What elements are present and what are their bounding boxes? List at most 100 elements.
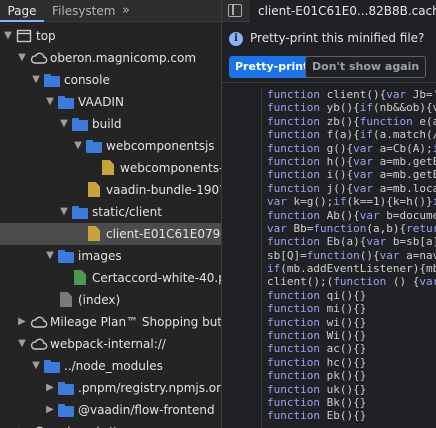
code-line: var k=g();if(k==1){k=h()}if — [267, 195, 436, 209]
folder-icon — [58, 94, 74, 110]
expanded-arrow-icon[interactable]: ▼ — [72, 135, 84, 157]
tree-item-label: ../node_modules — [64, 359, 163, 373]
collapsed-arrow-icon[interactable]: ▶ — [44, 377, 56, 399]
code-line: function Wi(){} — [267, 329, 367, 343]
script-file-icon — [100, 160, 116, 176]
folder-icon — [58, 402, 74, 418]
code-line: function j(){var a=mb.locat — [267, 181, 436, 195]
tree-item[interactable]: ▼ webpack-internal:// — [0, 333, 221, 355]
dont-show-again-button[interactable]: Don't show again — [305, 56, 427, 78]
expanded-arrow-icon[interactable]: ▼ — [16, 47, 28, 69]
tree-item[interactable]: ▼ ../node_modules — [0, 355, 221, 377]
code-line: function client(){var Jb=' — [267, 88, 436, 101]
tree-item[interactable]: vaadin-bundle-190725ff — [0, 179, 221, 201]
folder-icon — [44, 72, 60, 88]
image-file-icon — [72, 270, 88, 286]
tree-item[interactable]: ▶ webpack:// — [0, 421, 221, 428]
collapsed-arrow-icon[interactable]: ▶ — [16, 421, 28, 428]
tree-item-label: webpack-internal:// — [50, 337, 166, 351]
tree-item-label: VAADIN — [78, 95, 124, 109]
tree-item[interactable]: ▼ oberon.magnicomp.com — [0, 47, 221, 69]
editor-panel: client-E01C61E0...82B8B.cache.js i Prett… — [222, 0, 436, 428]
tree-item-label: .pnpm/registry.npmjs.org — [78, 381, 221, 395]
navigator-tabs: Page Filesystem » — [0, 0, 221, 22]
code-line: function ac(){} — [267, 342, 367, 356]
tree-item-label: (index) — [78, 293, 121, 307]
script-file-icon — [86, 226, 102, 242]
pretty-print-infobar: i Pretty-print this minified file? Prett… — [222, 23, 436, 83]
folder-icon — [72, 116, 88, 132]
cloud-icon — [30, 314, 48, 330]
code-line: function g(){var a=Cb(A);if — [267, 141, 436, 155]
expanded-arrow-icon[interactable]: ▼ — [44, 245, 56, 267]
tree-item[interactable]: ▶ Mileage Plan™ Shopping button — [0, 311, 221, 333]
code-line: if(mb.addEventListener){mb. — [267, 262, 436, 276]
tree-item-label: client-E01C61E0794495B — [106, 227, 221, 241]
tree-item[interactable]: ▼ images — [0, 245, 221, 267]
folder-icon — [72, 204, 88, 220]
code-line: function Eb(a){var b=sb[a]; — [267, 235, 436, 249]
tree-item[interactable]: ▼ VAADIN — [0, 91, 221, 113]
expanded-arrow-icon[interactable]: ▼ — [2, 25, 14, 47]
tree-item-label: top — [36, 29, 56, 43]
cloud-icon — [30, 336, 48, 352]
tab-filesystem[interactable]: Filesystem — [52, 0, 115, 22]
tree-item[interactable]: client-E01C61E0794495B — [0, 223, 221, 245]
cloud-icon — [30, 50, 48, 66]
tree-item[interactable]: webcomponents-load — [0, 157, 221, 179]
toggle-navigator-icon[interactable] — [228, 4, 242, 17]
tree-item-label: Certaccord-white-40.png — [92, 271, 221, 285]
code-line: function Bk(){} — [267, 395, 367, 409]
tree-item[interactable]: ▼ webcomponentsjs — [0, 135, 221, 157]
tree-item-label: images — [78, 249, 122, 263]
code-line: function h(){var a=mb.getEl — [267, 154, 436, 168]
tree-item-label: build — [92, 117, 122, 131]
expanded-arrow-icon[interactable]: ▼ — [58, 201, 70, 223]
more-tabs-chevron-icon[interactable]: » — [122, 0, 134, 22]
info-icon: i — [229, 32, 243, 46]
expanded-arrow-icon[interactable]: ▼ — [30, 355, 42, 377]
editor-file-tab[interactable]: client-E01C61E0...82B8B.cache.js — [250, 0, 436, 22]
tree-item[interactable]: ▶ @vaadin/flow-frontend — [0, 399, 221, 421]
code-line: function wi(){} — [267, 315, 367, 329]
code-editor[interactable]: function client(){var Jb=' function yb(){… — [222, 88, 436, 428]
code-line: function f(a){if(a.match(/^ — [267, 128, 436, 142]
code-line: function uk(){} — [267, 382, 367, 396]
code-line: client();(function () {var — [267, 275, 436, 289]
expanded-arrow-icon[interactable]: ▼ — [58, 113, 70, 135]
code-line: sb[Q]=function(){var a=navi — [267, 248, 436, 262]
code-lines: function client(){var Jb=' function yb(){… — [267, 88, 436, 423]
tree-item[interactable]: ▼ console — [0, 69, 221, 91]
expanded-arrow-icon[interactable]: ▼ — [30, 69, 42, 91]
expanded-arrow-icon[interactable]: ▼ — [44, 91, 56, 113]
collapsed-arrow-icon[interactable]: ▶ — [44, 399, 56, 421]
tree-item[interactable]: ▼ top — [0, 25, 221, 47]
collapsed-arrow-icon[interactable]: ▶ — [16, 311, 28, 333]
code-line: function pk(){} — [267, 369, 367, 383]
tree-item-label: static/client — [92, 205, 162, 219]
tree-item-label: console — [64, 73, 110, 87]
code-line: function zb(){function e(a) — [267, 114, 436, 128]
tree-item[interactable]: ▶ .pnpm/registry.npmjs.org — [0, 377, 221, 399]
tab-page[interactable]: Page — [0, 0, 44, 22]
file-navigator-panel: Page Filesystem » ▼ top ▼ oberon.magnicomp.… — [0, 0, 221, 428]
code-line: function Ab(){var b=documen — [267, 208, 436, 222]
editor-tabs: client-E01C61E0...82B8B.cache.js — [222, 0, 436, 22]
code-line: function i(){var a=mb.getEl — [267, 168, 436, 182]
code-line: function mi(){} — [267, 302, 367, 316]
script-file-icon — [86, 182, 102, 198]
tree-item[interactable]: (index) — [0, 289, 221, 311]
pretty-print-button[interactable]: Pretty-print — [229, 56, 315, 78]
expanded-arrow-icon[interactable]: ▼ — [16, 333, 28, 355]
infobar-message: Pretty-print this minified file? — [250, 31, 425, 45]
folder-icon — [58, 248, 74, 264]
tree-item[interactable]: ▼ static/client — [0, 201, 221, 223]
tree-item-label: webpack:// — [50, 421, 115, 428]
cloud-icon — [30, 424, 46, 428]
tree-item-label: @vaadin/flow-frontend — [78, 403, 215, 417]
code-line: function hc(){} — [267, 355, 367, 369]
tree-item[interactable]: Certaccord-white-40.png — [0, 267, 221, 289]
code-line: function yb(){if(nb&&ob){va — [267, 101, 436, 115]
folder-icon — [44, 358, 60, 374]
tree-item[interactable]: ▼ build — [0, 113, 221, 135]
